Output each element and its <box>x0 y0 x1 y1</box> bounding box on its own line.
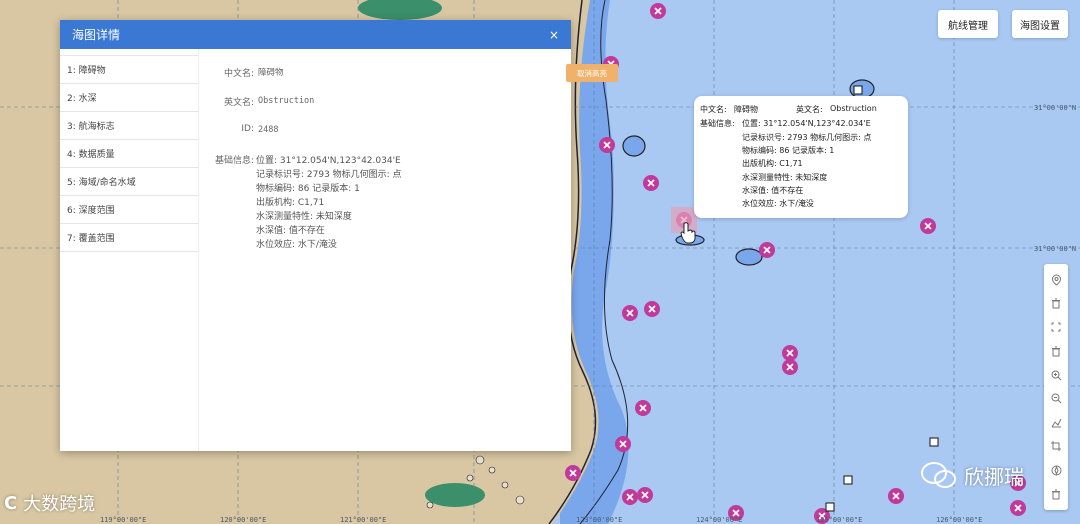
grid-label: 120°00'00"E <box>220 516 267 524</box>
obstruction-marker-icon[interactable] <box>637 487 653 503</box>
grid-label: 31°00'00"N <box>1034 245 1077 253</box>
dialog-content: 中文名: 障碍物 取消高亮 英文名: Obstruction ID: 2488 … <box>198 49 618 451</box>
tooltip-base-label: 基础信息: <box>700 119 735 128</box>
trash-icon[interactable] <box>1048 296 1064 312</box>
grid-label: 119°00'00"E <box>100 516 147 524</box>
hand-cursor-icon <box>680 222 696 244</box>
nav-item-depth-range[interactable]: 6: 深度范围 <box>60 196 198 224</box>
tooltip-water-level: 水位效应: 水下/淹没 <box>742 199 814 208</box>
tooltip-position: 位置: 31°12.054'N,123°42.034'E <box>742 119 871 128</box>
en-name-label: 英文名: <box>223 98 254 108</box>
close-icon[interactable]: × <box>549 28 559 42</box>
en-name-value: Obstruction <box>258 96 315 106</box>
measure-icon[interactable] <box>1048 415 1064 431</box>
obstruction-marker-icon[interactable] <box>622 305 638 321</box>
info-depth-val: 水深值: 值不存在 <box>256 226 325 236</box>
compass-icon[interactable] <box>1048 462 1064 478</box>
id-label: ID: <box>241 124 254 134</box>
grid-label: 126°00'00"E <box>936 516 983 524</box>
info-position: 位置: 31°12.054'N,123°42.034'E <box>256 156 401 166</box>
obstruction-marker-icon[interactable] <box>888 488 904 504</box>
tooltip-publisher: 出版机构: C1,71 <box>742 159 803 168</box>
info-water-level: 水位效应: 水下/淹没 <box>256 240 337 250</box>
tooltip-depth-char: 水深测量特性: 未知深度 <box>742 173 828 182</box>
obstruction-marker-icon[interactable] <box>565 465 581 481</box>
nav-item-coverage[interactable]: 7: 覆盖范围 <box>60 224 198 252</box>
nav-item-depth[interactable]: 2: 水深 <box>60 84 198 112</box>
grid-label: 121°00'00"E <box>340 516 387 524</box>
route-management-button[interactable]: 航线管理 <box>938 10 998 38</box>
dialog-title: 海图详情 <box>72 28 121 42</box>
tooltip-en-label: 英文名: <box>796 105 823 114</box>
cn-name-value: 障碍物 <box>258 68 284 78</box>
obstruction-marker-icon[interactable] <box>782 345 798 361</box>
tooltip-depth-val: 水深值: 值不存在 <box>742 186 804 195</box>
grid-label: 31°00'00"N <box>1034 104 1077 112</box>
info-depth-char: 水深测量特性: 未知深度 <box>256 212 352 222</box>
tooltip-en-name: Obstruction <box>830 104 877 113</box>
zoom-out-icon[interactable] <box>1048 391 1064 407</box>
nav-item-data-quality[interactable]: 4: 数据质量 <box>60 140 198 168</box>
zoom-in-icon[interactable] <box>1048 367 1064 383</box>
obstruction-marker-icon[interactable] <box>615 436 631 452</box>
tooltip-cn-label: 中文名: <box>700 105 727 114</box>
tooltip-code: 物标编码: 86 记录版本: 1 <box>742 146 835 155</box>
crop-icon[interactable] <box>1048 438 1064 454</box>
obstruction-marker-icon[interactable] <box>643 175 659 191</box>
wechat-icon <box>921 462 956 488</box>
tooltip-cn-name: 障碍物 <box>734 105 758 114</box>
fullscreen-icon[interactable] <box>1048 319 1064 335</box>
watermark-left: C 大数跨境 <box>4 490 95 516</box>
trash-icon[interactable] <box>1048 486 1064 502</box>
watermark-right-text: 欣挪瑞 <box>964 464 1024 489</box>
obstruction-marker-icon[interactable] <box>1010 500 1026 516</box>
info-record: 记录标识号: 2793 物标几何图示: 点 <box>256 170 402 180</box>
obstruction-marker-icon[interactable] <box>644 301 660 317</box>
tooltip-record: 记录标识号: 2793 物标几何图示: 点 <box>742 133 872 142</box>
obstruction-marker-icon[interactable] <box>622 489 638 505</box>
obstruction-marker-icon[interactable] <box>635 400 651 416</box>
cn-name-label: 中文名: <box>223 69 254 79</box>
watermark-left-text: 大数跨境 <box>23 494 96 515</box>
obstruction-marker-icon[interactable] <box>782 359 798 375</box>
obstruction-marker-icon[interactable] <box>599 137 615 153</box>
feature-tooltip: 中文名: 障碍物 英文名: Obstruction 基础信息: 位置: 31°1… <box>694 96 908 218</box>
dialog-header: 海图详情 × <box>60 20 571 49</box>
obstruction-marker-icon[interactable] <box>650 3 666 19</box>
obstruction-marker-icon[interactable] <box>920 218 936 234</box>
grid-label: 124°00'00"E <box>696 516 743 524</box>
dialog-nav: 1: 障碍物 2: 水深 3: 航海标志 4: 数据质量 5: 海域/命名水域 … <box>60 49 199 451</box>
chart-detail-dialog: 海图详情 × 1: 障碍物 2: 水深 3: 航海标志 4: 数据质量 5: 海… <box>60 20 618 451</box>
nav-item-nav-aid[interactable]: 3: 航海标志 <box>60 112 198 140</box>
grid-label: 123°00'00"E <box>576 516 623 524</box>
cancel-highlight-button[interactable]: 取消高亮 <box>566 64 618 82</box>
trash-icon[interactable] <box>1048 343 1064 359</box>
chart-settings-button[interactable]: 海图设置 <box>1012 10 1068 38</box>
nav-item-sea-area[interactable]: 5: 海域/命名水域 <box>60 168 198 196</box>
info-publisher: 出版机构: C1,71 <box>256 198 325 208</box>
grid-label: 125°00'00"E <box>816 516 863 524</box>
info-code: 物标编码: 86 记录版本: 1 <box>256 184 360 194</box>
watermark-right: 欣挪瑞 <box>920 460 1024 490</box>
location-pin-icon[interactable] <box>1048 272 1064 288</box>
nav-item-obstruction[interactable]: 1: 障碍物 <box>60 55 198 84</box>
id-value: 2488 <box>258 125 279 135</box>
obstruction-marker-icon[interactable] <box>759 242 775 258</box>
logo-icon: C <box>4 492 18 514</box>
base-info-label: 基础信息: <box>214 156 254 166</box>
map-toolbar <box>1044 264 1068 510</box>
